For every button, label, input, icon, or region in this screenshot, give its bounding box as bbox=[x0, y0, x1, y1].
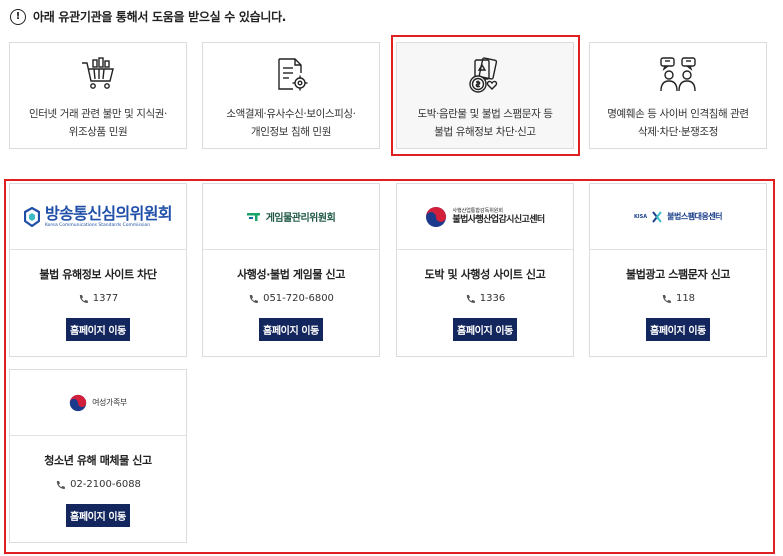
org-name: 불법광고 스팸문자 신고 bbox=[625, 268, 731, 281]
taegeuk-logo-icon bbox=[426, 206, 447, 227]
category-card-cyber-defamation[interactable]: 명예훼손 등 사이버 인격침해 관련 삭제·차단·분쟁조정 bbox=[589, 42, 767, 149]
homepage-button[interactable]: 홈페이지 이동 bbox=[66, 318, 130, 341]
org-name: 청소년 유해 매체물 신고 bbox=[44, 454, 152, 467]
category-label: 도박·음란물 및 불법 스팸문자 등 불법 유해정보 차단·신고 bbox=[417, 108, 553, 138]
org-phone: 118 bbox=[590, 293, 766, 304]
org-name: 사행성·불법 게임물 신고 bbox=[237, 268, 345, 281]
document-gear-icon bbox=[278, 58, 308, 91]
org-card-mogef: 여성가족부 청소년 유해 매체물 신고 02-2100-6088 홈페이지 이동 bbox=[9, 369, 187, 543]
org-name: 불법 유해정보 사이트 차단 bbox=[39, 268, 157, 281]
people-dispute-icon bbox=[660, 57, 696, 92]
homepage-button[interactable]: 홈페이지 이동 bbox=[66, 504, 130, 527]
org-logo: 사행산업통합감독위원회 불법사행산업감시신고센터 bbox=[397, 184, 573, 250]
shopping-cart-icon bbox=[82, 57, 114, 89]
org-logo: 여성가족부 bbox=[10, 370, 186, 436]
homepage-button[interactable]: 홈페이지 이동 bbox=[646, 318, 710, 341]
category-label: 인터넷 거래 관련 불만 및 지식권· 위조상품 민원 bbox=[28, 108, 167, 138]
phone-icon bbox=[662, 294, 671, 303]
kisa-logo-icon bbox=[652, 210, 662, 223]
org-phone: 1377 bbox=[10, 293, 186, 304]
category-card-internet-trade[interactable]: 인터넷 거래 관련 불만 및 지식권· 위조상품 민원 bbox=[9, 42, 187, 149]
notice: ! 아래 유관기관을 통해서 도움을 받으실 수 있습니다. bbox=[10, 8, 286, 25]
org-card-kisa-spam: KISA 불법스팸대응센터 불법광고 스팸문자 신고 118 홈페이지 이동 bbox=[589, 183, 767, 357]
grac-logo-icon bbox=[246, 212, 260, 221]
phone-icon bbox=[466, 294, 475, 303]
org-phone: 1336 bbox=[397, 293, 573, 304]
category-label: 소액결제·유사수신·보이스피싱· 개인정보 침해 민원 bbox=[226, 108, 356, 138]
org-logo: 방송통신심의위원회 Korea Communications Standards… bbox=[10, 184, 186, 250]
org-logo: KISA 불법스팸대응센터 bbox=[590, 184, 766, 250]
phone-icon bbox=[56, 480, 65, 489]
org-logo: 게임물관리위원회 bbox=[203, 184, 379, 250]
org-card-ngcc: 사행산업통합감독위원회 불법사행산업감시신고센터 도박 및 사행성 사이트 신고… bbox=[396, 183, 574, 357]
gambling-cards-icon bbox=[469, 57, 498, 93]
phone-icon bbox=[79, 294, 88, 303]
org-phone: 02-2100-6088 bbox=[10, 479, 186, 490]
phone-icon bbox=[249, 294, 258, 303]
org-card-grac: 게임물관리위원회 사행성·불법 게임물 신고 051-720-6800 홈페이지… bbox=[202, 183, 380, 357]
org-card-kcsc: 방송통신심의위원회 Korea Communications Standards… bbox=[9, 183, 187, 357]
taegeuk-logo-icon bbox=[69, 394, 87, 411]
category-card-gambling-spam[interactable]: 도박·음란물 및 불법 스팸문자 등 불법 유해정보 차단·신고 bbox=[396, 42, 574, 149]
homepage-button[interactable]: 홈페이지 이동 bbox=[259, 318, 323, 341]
org-phone: 051-720-6800 bbox=[203, 293, 379, 304]
exclamation-icon: ! bbox=[10, 8, 26, 25]
category-label: 명예훼손 등 사이버 인격침해 관련 삭제·차단·분쟁조정 bbox=[607, 108, 749, 138]
kcsc-logo-icon bbox=[23, 206, 40, 227]
homepage-button[interactable]: 홈페이지 이동 bbox=[453, 318, 517, 341]
category-card-payment-fraud[interactable]: 소액결제·유사수신·보이스피싱· 개인정보 침해 민원 bbox=[202, 42, 380, 149]
notice-text: 아래 유관기관을 통해서 도움을 받으실 수 있습니다. bbox=[33, 10, 287, 24]
org-name: 도박 및 사행성 사이트 신고 bbox=[424, 268, 546, 281]
